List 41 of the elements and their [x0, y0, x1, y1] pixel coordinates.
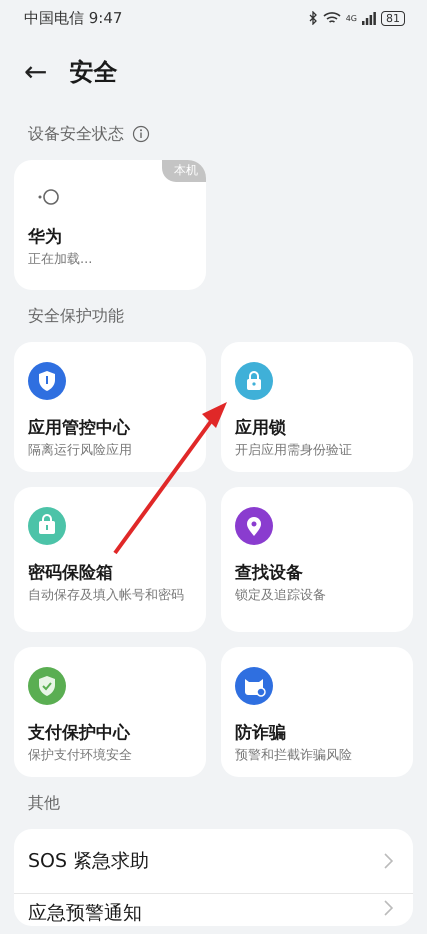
chevron-right-icon	[384, 900, 393, 916]
feature-card[interactable]: 支付保护中心 保护支付环境安全	[14, 647, 206, 777]
feature-description: 保护支付环境安全	[28, 747, 133, 764]
signal-icon	[362, 11, 376, 25]
feature-card[interactable]: 密码保险箱 自动保存及填入帐号和密码	[14, 487, 206, 632]
page-title: 安全	[69, 57, 118, 88]
loading-icon	[38, 188, 62, 206]
feature-title: 查找设备	[235, 562, 304, 584]
feature-description: 自动保存及填入帐号和密码	[28, 587, 185, 604]
battery-indicator: 81	[381, 10, 405, 26]
chevron-right-icon	[384, 853, 393, 869]
feature-title: 防诈骗	[235, 722, 287, 744]
device-tag: 本机	[162, 160, 206, 182]
feature-description: 隔离运行风险应用	[28, 442, 133, 459]
row-title: 应急预警通知	[28, 901, 142, 926]
wifi-icon	[322, 11, 341, 25]
bluetooth-icon	[308, 11, 318, 25]
feature-card[interactable]: 防诈骗 预警和拦截诈骗风险	[221, 647, 413, 777]
section-label: 其他	[28, 792, 60, 814]
feature-description: 预警和拦截诈骗风险	[235, 747, 353, 764]
feature-title: 应用锁	[235, 417, 287, 439]
feature-title: 应用管控中心	[28, 417, 132, 439]
feature-card[interactable]: 应用锁 开启应用需身份验证	[221, 342, 413, 472]
info-icon[interactable]	[132, 125, 150, 143]
feature-card[interactable]: 应用管控中心 隔离运行风险应用	[14, 342, 206, 472]
section-label: 安全保护功能	[28, 306, 124, 326]
feature-title: 密码保险箱	[28, 562, 114, 584]
network-label: 4G	[346, 14, 357, 22]
device-name: 华为	[28, 226, 63, 248]
carrier-time: 中国电信 9:47	[24, 8, 122, 28]
feature-title: 支付保护中心	[28, 722, 132, 744]
feature-description: 锁定及追踪设备	[235, 587, 327, 604]
settings-row[interactable]: SOS 紧急求助	[14, 829, 413, 893]
section-label: 设备安全状态	[28, 124, 124, 144]
device-status: 正在加载...	[28, 251, 94, 268]
feature-description: 开启应用需身份验证	[235, 442, 353, 459]
feature-card[interactable]: 查找设备 锁定及追踪设备	[221, 487, 413, 632]
back-button[interactable]: ←	[24, 58, 48, 86]
row-title: SOS 紧急求助	[28, 849, 150, 874]
device-card[interactable]: 本机 华为 正在加载...	[14, 160, 206, 290]
settings-row[interactable]: 应急预警通知	[14, 893, 413, 926]
